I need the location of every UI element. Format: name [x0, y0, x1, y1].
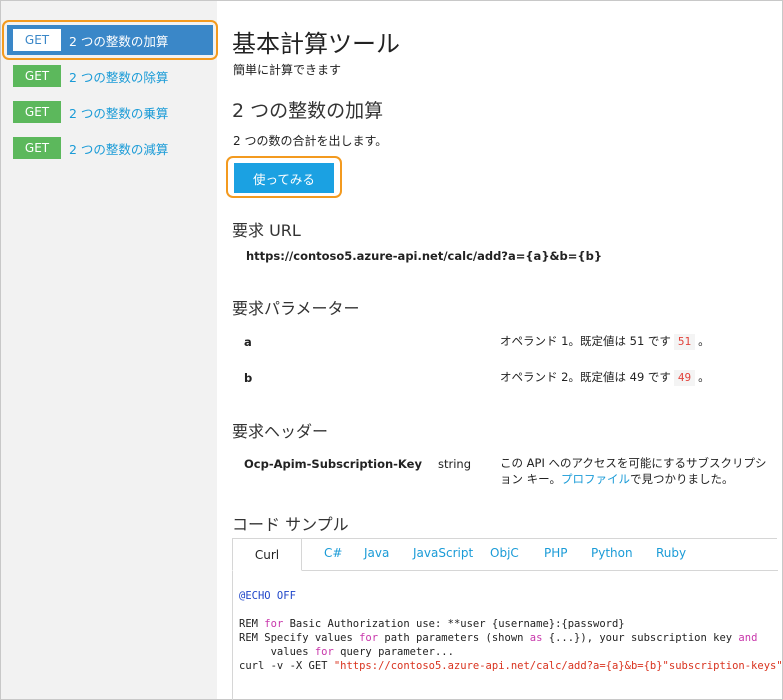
header-description: この API へのアクセスを可能にするサブスクリプション キー。プロファイルで見…	[500, 455, 770, 487]
param-default-chip: 49	[673, 370, 696, 386]
code-token: REM	[239, 618, 265, 630]
code-string: "https://contoso5.azure-api.net/calc/add…	[333, 660, 783, 672]
language-tabs: Curl C# Java JavaScript ObjC PHP Python …	[232, 538, 778, 571]
param-name-a: a	[244, 335, 252, 349]
operation-name: 2 つの整数の減算	[69, 141, 169, 157]
sidebar-item-add[interactable]: GET 2 つの整数の加算	[7, 25, 213, 55]
tab-ruby[interactable]: Ruby	[656, 546, 686, 560]
header-name: Ocp-Apim-Subscription-Key	[244, 457, 422, 471]
operation-name: 2 つの整数の加算	[69, 33, 169, 49]
http-verb-badge: GET	[13, 137, 61, 159]
operation-name: 2 つの整数の乗算	[69, 105, 169, 121]
param-desc-b: オペランド 2。既定値は 49 です 49。	[500, 369, 770, 386]
param-default-chip: 51	[673, 334, 696, 350]
code-keyword: for	[359, 632, 379, 644]
tab-javascript[interactable]: JavaScript	[413, 546, 473, 560]
sidebar-item-divide[interactable]: GET 2 つの整数の除算	[7, 61, 213, 91]
operation-name: 2 つの整数の除算	[69, 69, 169, 85]
code-token: Basic Authorization use: **user {usernam…	[283, 618, 625, 630]
profile-link[interactable]: プロファイル	[561, 472, 630, 486]
request-url-heading: 要求 URL	[232, 221, 301, 240]
code-keyword: for	[314, 646, 334, 658]
code-sample-panel: Curl C# Java JavaScript ObjC PHP Python …	[232, 538, 783, 700]
http-verb-badge: GET	[13, 101, 61, 123]
code-token: path parameters (shown	[378, 632, 530, 644]
tab-python[interactable]: Python	[591, 546, 633, 560]
code-token: REM Specify values	[239, 632, 360, 644]
sidebar-item-multiply[interactable]: GET 2 つの整数の乗算	[7, 97, 213, 127]
code-samples-heading: コード サンプル	[232, 515, 349, 534]
sidebar-item-subtract[interactable]: GET 2 つの整数の減算	[7, 133, 213, 163]
tab-csharp[interactable]: C#	[324, 546, 342, 560]
request-params-heading: 要求パラメーター	[232, 299, 360, 318]
http-verb-badge: GET	[13, 65, 61, 87]
header-desc-end: で見つかりました。	[630, 472, 734, 486]
request-url: https://contoso5.azure-api.net/calc/add?…	[246, 249, 603, 263]
param-desc-text: オペランド 1。既定値は 51 です	[500, 334, 671, 348]
operation-title: 2 つの整数の加算	[232, 100, 384, 122]
tab-objc[interactable]: ObjC	[490, 546, 519, 560]
operation-description: 2 つの数の合計を出します。	[233, 134, 388, 148]
param-desc-a: オペランド 1。既定値は 51 です 51。	[500, 333, 770, 350]
param-desc-end: 。	[698, 334, 710, 348]
try-it-button[interactable]: 使ってみる	[234, 163, 334, 193]
code-token: query parameter...	[333, 646, 454, 658]
tab-curl[interactable]: Curl	[232, 538, 302, 571]
code-echo-line: @ECHO OFF	[239, 590, 296, 602]
code-token: {...}), your subscription key	[542, 632, 739, 644]
param-desc-end: 。	[698, 370, 710, 384]
code-keyword: as	[529, 632, 543, 644]
api-subtitle: 簡単に計算できます	[233, 63, 342, 77]
http-verb-badge: GET	[13, 29, 61, 51]
code-token: values	[239, 646, 315, 658]
param-desc-text: オペランド 2。既定値は 49 です	[500, 370, 671, 384]
header-type: string	[438, 457, 472, 471]
tab-php[interactable]: PHP	[544, 546, 568, 560]
request-headers-heading: 要求ヘッダー	[232, 422, 329, 441]
param-name-b: b	[244, 371, 253, 385]
operations-sidebar: GET 2 つの整数の加算 GET 2 つの整数の除算 GET 2 つの整数の乗…	[1, 1, 217, 699]
api-title: 基本計算ツール	[232, 30, 400, 58]
code-keyword: and	[738, 632, 758, 644]
code-sample-text: @ECHO OFF REM for Basic Authorization us…	[239, 589, 783, 673]
tab-java[interactable]: Java	[364, 546, 389, 560]
code-keyword: for	[264, 618, 284, 630]
code-token: curl -v -X GET	[239, 660, 334, 672]
